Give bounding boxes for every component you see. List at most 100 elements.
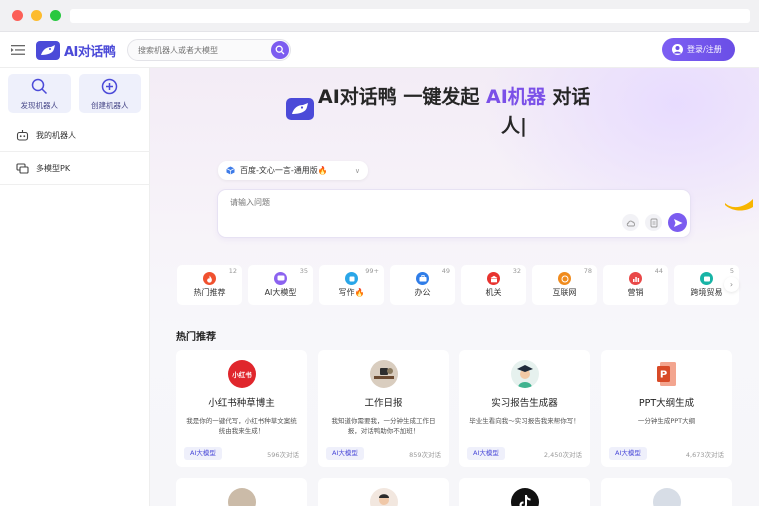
desk-avatar: [370, 360, 398, 388]
create-bot-button[interactable]: 创建机器人: [78, 74, 141, 113]
category-writing[interactable]: 99+ 写作🔥: [319, 265, 384, 305]
bot-avatar: [370, 488, 398, 506]
bot-card[interactable]: P PPT大纲生成 一分钟生成PPT大纲 AI大模型 4,673次对话: [601, 350, 732, 467]
bot-card[interactable]: 工作日报 我知道你需要我，一分钟生成工作日报，对话鸭助你不加班！ AI大模型 8…: [318, 350, 449, 467]
bar-chart-icon: [629, 272, 642, 285]
category-count: 44: [654, 267, 663, 275]
bot-tag: AI大模型: [467, 447, 505, 460]
upload-button[interactable]: [622, 214, 639, 231]
close-window-button[interactable]: [12, 10, 23, 21]
sidebar-item-model-pk[interactable]: 多模型PK: [0, 153, 150, 185]
bot-card[interactable]: [318, 478, 449, 506]
category-count: 12: [228, 267, 237, 275]
bot-tag: AI大模型: [184, 447, 222, 460]
search-icon: [31, 78, 47, 95]
compare-icon: [16, 163, 29, 174]
logo-text: AI对话鸭: [64, 44, 116, 60]
flame-icon: [203, 272, 216, 285]
maximize-window-button[interactable]: [50, 10, 61, 21]
bot-card[interactable]: [601, 478, 732, 506]
bot-name: 小红书种草博主: [208, 398, 275, 409]
discover-label: 发现机器人: [20, 101, 59, 110]
minimize-window-button[interactable]: [31, 10, 42, 21]
login-button[interactable]: 登录/注册: [662, 38, 735, 61]
plus-circle-icon: [102, 78, 118, 95]
sidebar-item-label: 多模型PK: [36, 164, 71, 173]
main-content: AI对话鸭 一键发起 AI机器 对话 人| 百度-文心一言-通用版🔥 ∨ 请输入…: [150, 68, 759, 506]
briefcase-icon: [416, 272, 429, 285]
category-row: 12 热门推荐 35 AI大模型 99+ 写作🔥 49 办公 32 机关 78 …: [177, 265, 739, 305]
send-icon: [673, 218, 682, 227]
category-ai-model[interactable]: 35 AI大模型: [248, 265, 313, 305]
robot-icon: [16, 130, 29, 141]
bot-card[interactable]: 实习报告生成器 毕业生看向我～实习报告我来帮你写！ AI大模型 2,450次对话: [459, 350, 590, 467]
bot-chat-count: 596次对话: [267, 451, 299, 459]
category-label: 营销: [627, 288, 644, 297]
bot-avatar: [228, 488, 256, 506]
discover-bots-button[interactable]: 发现机器人: [8, 74, 71, 113]
search-box: [127, 39, 291, 61]
model-select-value: 百度-文心一言-通用版🔥: [240, 166, 328, 175]
category-count: 49: [441, 267, 450, 275]
app-logo[interactable]: AI对话鸭: [36, 40, 116, 60]
category-count: 5: [729, 267, 734, 275]
send-button[interactable]: [668, 213, 687, 232]
user-icon: [672, 44, 683, 55]
bot-chat-count: 2,450次对话: [543, 451, 582, 459]
svg-text:P: P: [660, 370, 667, 381]
chat-bubble-icon: [274, 272, 287, 285]
duck-beak-decoration: [725, 199, 753, 211]
hero-title-highlight: AI机器: [486, 86, 546, 108]
bot-description: 一分钟生成PPT大纲: [637, 417, 696, 425]
bot-name: PPT大纲生成: [638, 398, 695, 409]
bot-chat-count: 859次对话: [409, 451, 441, 459]
model-select[interactable]: 百度-文心一言-通用版🔥 ∨: [218, 161, 368, 180]
bot-name: 工作日报: [364, 398, 403, 409]
cloud-upload-icon: [626, 220, 635, 226]
pen-icon: [345, 272, 358, 285]
menu-toggle-icon[interactable]: [11, 44, 25, 56]
address-bar[interactable]: [70, 9, 750, 23]
category-internet[interactable]: 78 互联网: [532, 265, 597, 305]
browser-chrome: [0, 0, 759, 32]
hero-title-prefix: AI对话鸭 一键发起: [318, 86, 487, 108]
search-icon: [275, 45, 285, 55]
category-label: 机关: [485, 288, 502, 297]
category-count: 35: [299, 267, 308, 275]
chevron-down-icon: ∨: [354, 167, 360, 175]
bot-card[interactable]: 小红书 小红书种草博主 我是你的一键代写，小红书种草文案统统由我来生成！ AI大…: [176, 350, 307, 467]
sidebar-item-my-bots[interactable]: 我的机器人: [0, 120, 150, 152]
search-input[interactable]: [138, 43, 266, 57]
hero-title-line2: 人|: [501, 115, 527, 137]
category-count: 32: [512, 267, 521, 275]
document-icon: [650, 218, 657, 227]
duck-logo-icon: [286, 98, 314, 120]
login-label: 登录/注册: [687, 45, 722, 54]
ppt-icon: P: [653, 360, 681, 388]
category-hot[interactable]: 12 热门推荐: [177, 265, 242, 305]
bot-description: 我是你的一键代写，小红书种草文案统统由我来生成！: [186, 417, 297, 435]
search-button[interactable]: [271, 41, 289, 59]
bot-card[interactable]: [459, 478, 590, 506]
bot-avatar: [653, 488, 681, 506]
duck-logo-icon: [36, 40, 60, 60]
category-label: 热门推荐: [193, 288, 226, 297]
sidebar-item-label: 我的机器人: [36, 131, 76, 140]
trade-icon: [700, 272, 713, 285]
category-marketing[interactable]: 44 营销: [603, 265, 668, 305]
category-next-button[interactable]: ›: [724, 277, 739, 292]
chat-input[interactable]: [230, 197, 590, 211]
bot-chat-count: 4,673次对话: [685, 451, 724, 459]
bot-card[interactable]: [176, 478, 307, 506]
file-button[interactable]: [645, 214, 662, 231]
category-label: 办公: [414, 288, 431, 297]
app-header: AI对话鸭 登录/注册: [0, 32, 759, 68]
bot-tag: AI大模型: [609, 447, 647, 460]
category-office[interactable]: 49 办公: [390, 265, 455, 305]
globe-icon: [558, 272, 571, 285]
category-government[interactable]: 32 机关: [461, 265, 526, 305]
category-count: 99+: [365, 267, 379, 275]
bot-description: 我知道你需要我，一分钟生成工作日报，对话鸭助你不加班！: [331, 417, 436, 435]
category-label: AI大模型: [264, 288, 297, 297]
tiktok-logo: [511, 488, 539, 506]
